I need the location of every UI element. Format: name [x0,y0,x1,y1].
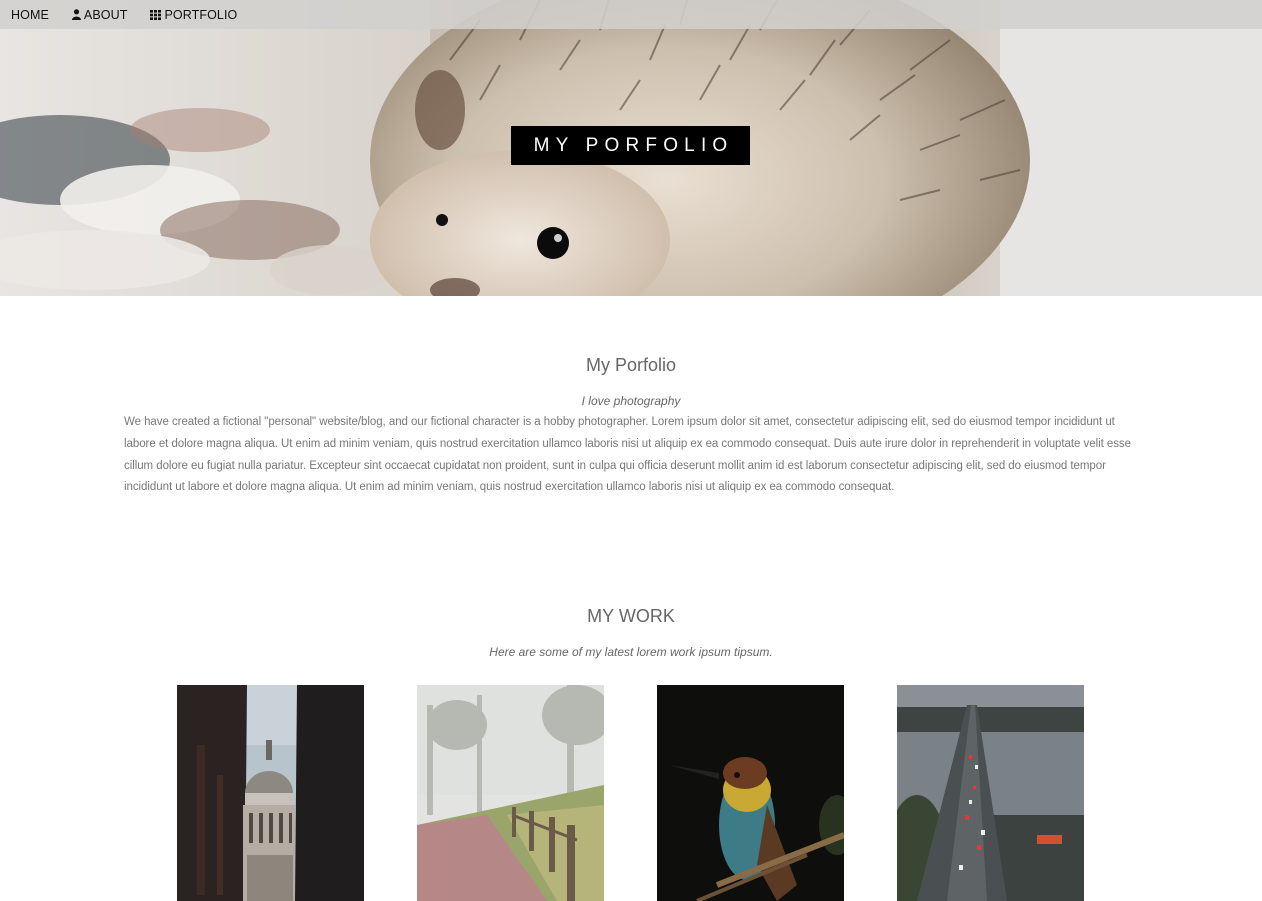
user-icon [71,9,81,20]
hero-title: MY PORFOLIO [511,126,750,165]
work-subtitle: Here are some of my latest lorem work ip… [489,645,773,659]
nav-home-label: HOME [11,7,49,22]
about-tagline: I love photography [581,394,681,408]
grid-icon [150,9,162,20]
nav-about-link[interactable]: ABOUT [61,0,140,29]
nav-home-link[interactable]: HOME [0,0,61,29]
work-thumb-bird[interactable] [657,685,844,901]
nav-about-label: ABOUT [83,7,128,22]
cathedral-photo [177,685,364,901]
work-thumb-cathedral[interactable] [177,685,364,901]
nav-portfolio-label: PORTFOLIO [164,7,238,22]
hero-banner: MY PORFOLIO [0,0,1262,296]
about-paragraph: We have created a fictional "personal" w… [124,416,1131,494]
work-thumb-foggy-path[interactable] [417,685,604,901]
bridge-photo [897,685,1084,901]
nav-portfolio-link[interactable]: PORTFOLIO [139,0,249,29]
about-heading: My Porfolio [585,355,677,375]
top-navbar: HOME ABOUT PORTFOLIO [0,0,1262,29]
work-heading: MY WORK [587,606,675,626]
foggy-path-photo [417,685,604,901]
bird-photo [657,685,844,901]
work-thumb-bridge[interactable] [897,685,1084,901]
